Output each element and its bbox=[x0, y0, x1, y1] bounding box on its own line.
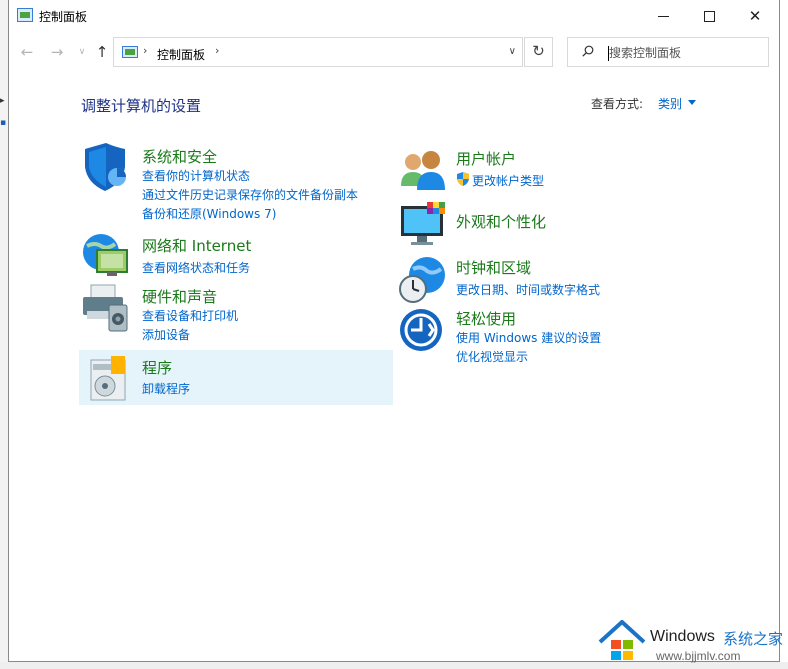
window-title: 控制面板 bbox=[39, 10, 88, 24]
page-title: 调整计算机的设置 bbox=[81, 97, 202, 115]
view-by-dropdown[interactable]: 类别 bbox=[658, 95, 682, 112]
watermark-site-name: 系统之家 bbox=[723, 630, 784, 648]
maximize-icon bbox=[703, 10, 715, 22]
address-bar[interactable]: › 控制面板 › ∨ bbox=[113, 37, 523, 67]
minimize-button[interactable] bbox=[640, 0, 686, 32]
category-title[interactable]: 网络和 Internet bbox=[142, 235, 251, 256]
appearance-monitor-icon[interactable] bbox=[399, 200, 449, 250]
category-link[interactable]: 使用 Windows 建议的设置 bbox=[456, 329, 601, 346]
uac-shield-icon bbox=[457, 172, 469, 186]
category-link[interactable]: 添加设备 bbox=[142, 326, 190, 343]
search-icon bbox=[582, 45, 594, 57]
category-link[interactable]: 卸载程序 bbox=[142, 380, 190, 397]
forward-button[interactable]: → bbox=[47, 42, 67, 62]
category-title[interactable]: 硬件和声音 bbox=[142, 286, 217, 307]
minimize-icon bbox=[657, 15, 669, 17]
ease-of-access-icon[interactable] bbox=[399, 306, 449, 356]
watermark: Windows 系统之家 www.bjjmlv.com bbox=[598, 618, 788, 666]
maximize-button[interactable] bbox=[686, 0, 732, 32]
category-title[interactable]: 时钟和区域 bbox=[456, 257, 531, 278]
view-by-label: 查看方式: bbox=[591, 97, 644, 111]
category-link[interactable]: 备份和还原(Windows 7) bbox=[142, 205, 276, 222]
category-title[interactable]: 外观和个性化 bbox=[456, 211, 546, 232]
background-fragment: ▪ bbox=[0, 118, 7, 128]
control-panel-icon bbox=[122, 46, 138, 58]
clock-globe-icon[interactable] bbox=[399, 255, 449, 305]
navigation-bar: ← → ∨ ↑ › 控制面板 › ∨ ↻ bbox=[9, 34, 779, 70]
windows-house-logo-icon bbox=[598, 620, 646, 660]
chevron-right-icon[interactable]: › bbox=[215, 44, 219, 57]
category-link[interactable]: 优化视觉显示 bbox=[456, 348, 528, 365]
network-globe-icon[interactable] bbox=[81, 232, 131, 282]
shield-icon[interactable] bbox=[81, 143, 131, 193]
control-panel-app-icon bbox=[17, 8, 33, 22]
users-icon[interactable] bbox=[399, 146, 449, 196]
search-input[interactable] bbox=[609, 44, 759, 62]
chevron-right-icon[interactable]: › bbox=[143, 44, 147, 57]
category-link[interactable]: 更改日期、时间或数字格式 bbox=[456, 281, 600, 298]
category-title[interactable]: 系统和安全 bbox=[142, 146, 217, 167]
category-title[interactable]: 用户帐户 bbox=[456, 148, 516, 169]
back-button[interactable]: ← bbox=[17, 42, 37, 62]
category-link[interactable]: 通过文件历史记录保存你的文件备份副本 bbox=[142, 186, 358, 203]
category-title[interactable]: 轻松使用 bbox=[456, 308, 516, 329]
watermark-brand: Windows bbox=[650, 628, 715, 645]
background-window-edge: ▸ ▪ bbox=[0, 0, 8, 669]
dropdown-arrow-icon[interactable] bbox=[688, 100, 696, 105]
refresh-button[interactable]: ↻ bbox=[524, 37, 553, 67]
close-icon: ✕ bbox=[748, 7, 762, 25]
search-box[interactable] bbox=[567, 37, 769, 67]
background-fragment: ▸ bbox=[0, 96, 5, 106]
up-button[interactable]: ↑ bbox=[92, 42, 112, 62]
title-bar[interactable]: 控制面板 ✕ bbox=[9, 0, 779, 32]
category-link[interactable]: 查看网络状态和任务 bbox=[142, 259, 250, 276]
category-link[interactable]: 查看你的计算机状态 bbox=[142, 167, 250, 184]
close-button[interactable]: ✕ bbox=[732, 0, 778, 32]
category-title[interactable]: 程序 bbox=[142, 357, 172, 378]
watermark-url: www.bjjmlv.com bbox=[656, 649, 741, 663]
chevron-down-icon[interactable]: ∨ bbox=[509, 46, 516, 57]
category-link[interactable]: 查看设备和打印机 bbox=[142, 307, 238, 324]
breadcrumb-control-panel[interactable]: 控制面板 bbox=[157, 46, 205, 63]
category-link[interactable]: 更改帐户类型 bbox=[472, 172, 544, 189]
control-panel-window: 控制面板 ✕ ← → ∨ ↑ › 控制面板 › ∨ ↻ 调整计算机的设置 查看方… bbox=[8, 0, 780, 662]
recent-locations-button[interactable]: ∨ bbox=[72, 42, 92, 62]
printer-icon[interactable] bbox=[81, 283, 131, 333]
programs-icon[interactable] bbox=[81, 354, 131, 404]
